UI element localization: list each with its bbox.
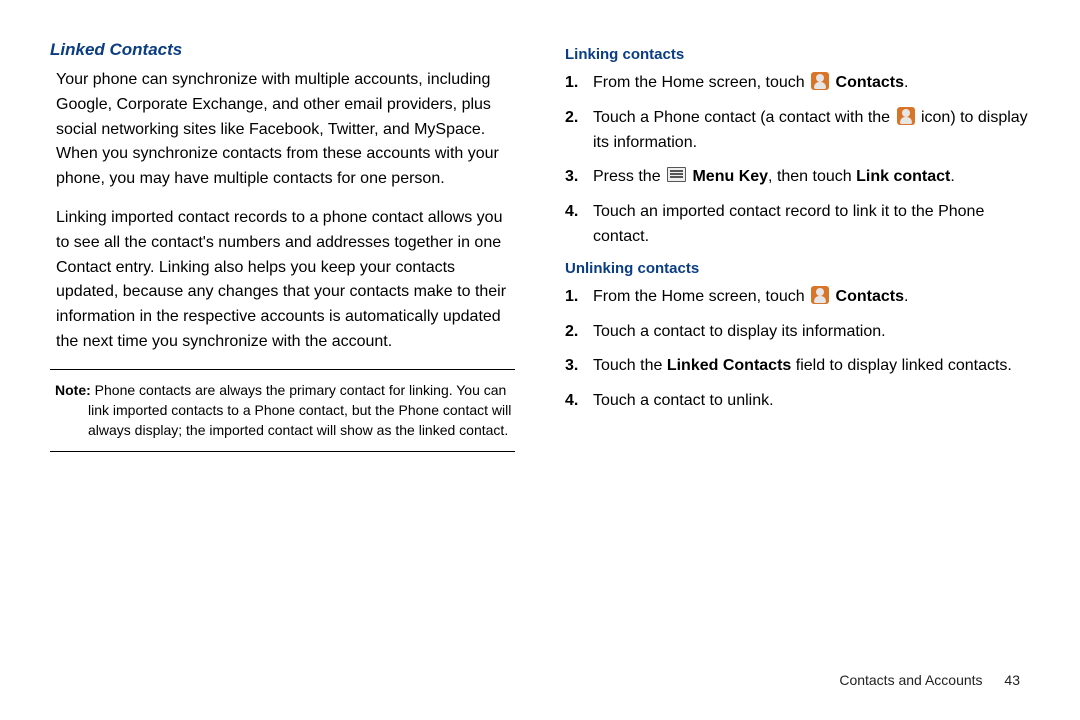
menu-key-icon [667,167,686,182]
divider-top [50,369,515,370]
step-4-linking: 4. Touch an imported contact record to l… [593,200,1030,250]
step-number: 3. [565,354,578,379]
linked-contacts-label: Linked Contacts [667,357,791,374]
note-text: Phone contacts are always the primary co… [88,382,511,439]
heading-linked-contacts: Linked Contacts [50,40,515,60]
step-text-mid: , then touch [768,168,856,185]
footer: Contacts and Accounts 43 [839,672,1020,688]
note-label: Note: [55,382,91,398]
step-text: Touch a contact to display its informati… [593,323,886,340]
step-number: 4. [565,200,578,225]
divider-bottom [50,451,515,452]
contacts-icon [811,72,829,90]
step-2-linking: 2. Touch a Phone contact (a contact with… [593,106,1030,156]
step-text: Touch a contact to unlink. [593,392,774,409]
note-block: Note: Phone contacts are always the prim… [50,380,515,441]
step-1-unlinking: 1. From the Home screen, touch Contacts. [593,285,1030,310]
step-number: 1. [565,71,578,96]
step-4-unlinking: 4. Touch a contact to unlink. [593,389,1030,414]
step-text-end: . [950,168,954,185]
list-unlinking: 1. From the Home screen, touch Contacts.… [565,285,1030,414]
list-linking: 1. From the Home screen, touch Contacts.… [565,71,1030,250]
contacts-label: Contacts [831,288,904,305]
heading-unlinking-contacts: Unlinking contacts [565,260,1030,277]
step-number: 1. [565,285,578,310]
para-linking-desc: Linking imported contact records to a ph… [56,206,515,355]
step-text: From the Home screen, touch [593,74,809,91]
step-text: Touch the [593,357,667,374]
step-text: Touch a Phone contact (a contact with th… [593,109,895,126]
step-2-unlinking: 2. Touch a contact to display its inform… [593,320,1030,345]
right-column: Linking contacts 1. From the Home screen… [565,40,1030,462]
step-text: From the Home screen, touch [593,288,809,305]
step-text-end: field to display linked contacts. [791,357,1012,374]
step-number: 2. [565,320,578,345]
contacts-label: Contacts [831,74,904,91]
footer-section: Contacts and Accounts [839,672,982,688]
page-body: Linked Contacts Your phone can synchroni… [0,0,1080,542]
step-text: Press the [593,168,665,185]
link-contact-label: Link contact [856,168,950,185]
step-text-end: . [904,74,908,91]
contacts-icon [897,107,915,125]
contacts-icon [811,286,829,304]
left-column: Linked Contacts Your phone can synchroni… [50,40,515,462]
para-sync-accounts: Your phone can synchronize with multiple… [56,68,515,192]
step-3-linking: 3. Press the Menu Key, then touch Link c… [593,165,1030,190]
heading-linking-contacts: Linking contacts [565,46,1030,63]
step-number: 2. [565,106,578,131]
step-number: 3. [565,165,578,190]
step-text-end: . [904,288,908,305]
menu-key-label: Menu Key [688,168,768,185]
step-1-linking: 1. From the Home screen, touch Contacts. [593,71,1030,96]
page-number: 43 [1004,672,1020,688]
step-number: 4. [565,389,578,414]
step-3-unlinking: 3. Touch the Linked Contacts field to di… [593,354,1030,379]
step-text: Touch an imported contact record to link… [593,203,984,245]
